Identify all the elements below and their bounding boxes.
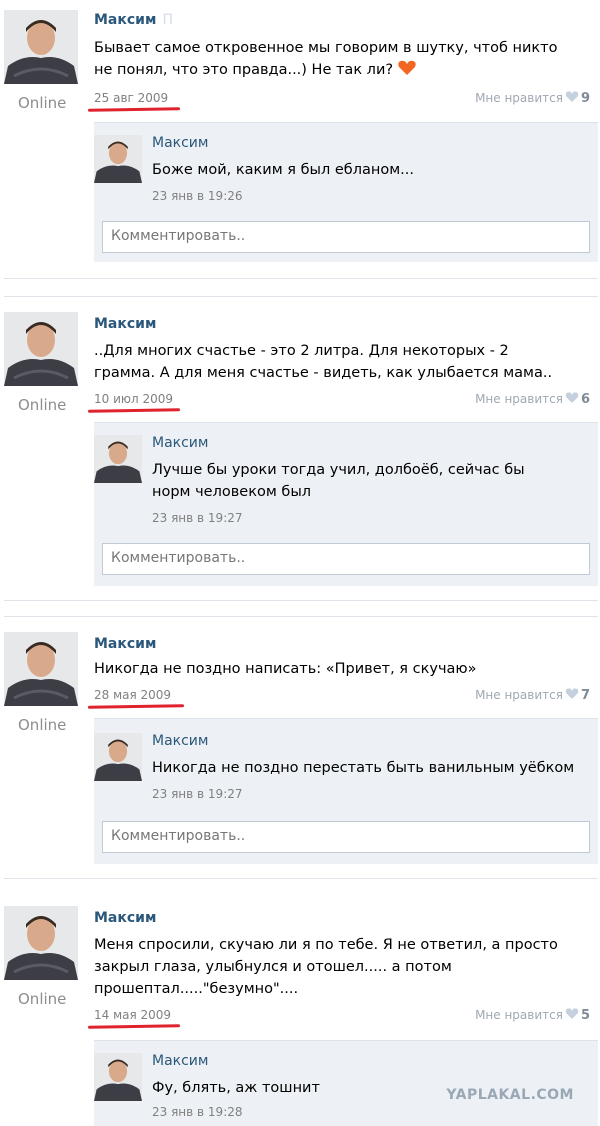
reply-text: Лучше бы уроки тогда учил, долбоёб, сейч… xyxy=(152,462,525,500)
avatar[interactable] xyxy=(4,632,78,706)
red-underline xyxy=(87,408,181,413)
reply-date[interactable]: 23 янв в 19:27 xyxy=(152,511,243,525)
post-author[interactable]: Максим xyxy=(94,910,156,926)
reply-section: Максим Лучше бы уроки тогда учил, долбоё… xyxy=(94,422,598,586)
reply-date[interactable]: 23 янв в 19:26 xyxy=(152,189,243,203)
post-divider xyxy=(4,878,598,879)
comment-input[interactable]: Комментировать.. xyxy=(102,221,590,253)
author-surname: П xyxy=(162,12,173,28)
reply-section: Максим Никогда не поздно перестать быть … xyxy=(94,718,598,864)
site-watermark: YAPLAKAL.COM xyxy=(446,1087,574,1103)
reply-section: Максим Фу, блять, аж тошнит 23 янв в 19:… xyxy=(94,1040,598,1126)
post-text: Меня спросили, скучаю ли я по тебе. Я не… xyxy=(94,937,558,997)
post-text: Никогда не поздно написать: «Привет, я с… xyxy=(94,661,477,677)
post-divider xyxy=(4,600,598,601)
like-button[interactable]: Мне нравится 7 xyxy=(475,688,590,703)
heart-emoji-icon xyxy=(397,60,417,76)
post-date[interactable]: 10 июл 2009 xyxy=(94,392,173,406)
post-author[interactable]: Максим xyxy=(94,316,156,332)
post-author[interactable]: Максим П xyxy=(94,12,173,28)
like-button[interactable]: Мне нравится 9 xyxy=(475,91,590,106)
red-underline xyxy=(87,107,181,112)
reply-author[interactable]: Максим xyxy=(152,1053,208,1069)
like-button[interactable]: Мне нравится 6 xyxy=(475,392,590,407)
like-heart-icon xyxy=(565,91,579,103)
reply-date[interactable]: 23 янв в 19:28 xyxy=(152,1105,243,1119)
like-heart-icon xyxy=(565,1008,579,1020)
reply-avatar[interactable] xyxy=(94,135,142,183)
post-divider xyxy=(4,278,598,279)
reply-author[interactable]: Максим xyxy=(152,135,208,151)
post-date[interactable]: 25 авг 2009 xyxy=(94,91,168,105)
post-divider xyxy=(4,616,598,617)
online-status: Online xyxy=(18,990,67,1008)
reply-date[interactable]: 23 янв в 19:27 xyxy=(152,787,243,801)
post-date[interactable]: 14 мая 2009 xyxy=(94,1008,171,1022)
reply-text: Никогда не поздно перестать быть ванильн… xyxy=(152,760,575,776)
red-underline xyxy=(87,1024,181,1029)
red-underline xyxy=(87,704,185,709)
comment-input[interactable]: Комментировать.. xyxy=(102,543,590,575)
avatar[interactable] xyxy=(4,906,78,980)
avatar[interactable] xyxy=(4,10,78,84)
reply-avatar[interactable] xyxy=(94,733,142,781)
reply-avatar[interactable] xyxy=(94,1053,142,1101)
post-text: ..Для многих счастье - это 2 литра. Для … xyxy=(94,343,553,381)
online-status: Online xyxy=(18,94,67,112)
post-text: Бывает самое откровенное мы говорим в шу… xyxy=(94,40,558,78)
like-button[interactable]: Мне нравится 5 xyxy=(475,1008,590,1023)
reply-avatar[interactable] xyxy=(94,435,142,483)
avatar[interactable] xyxy=(4,312,78,386)
reply-text: Боже мой, каким я был ебланом... xyxy=(152,162,414,178)
reply-section: Максим Боже мой, каким я был ебланом... … xyxy=(94,122,598,262)
reply-author[interactable]: Максим xyxy=(152,733,208,749)
like-heart-icon xyxy=(565,392,579,404)
post-author[interactable]: Максим xyxy=(94,636,156,652)
online-status: Online xyxy=(18,716,67,734)
reply-author[interactable]: Максим xyxy=(152,435,208,451)
comment-input[interactable]: Комментировать.. xyxy=(102,821,590,853)
online-status: Online xyxy=(18,396,67,414)
like-heart-icon xyxy=(565,688,579,700)
post-date[interactable]: 28 мая 2009 xyxy=(94,688,171,702)
post-divider xyxy=(4,296,598,297)
